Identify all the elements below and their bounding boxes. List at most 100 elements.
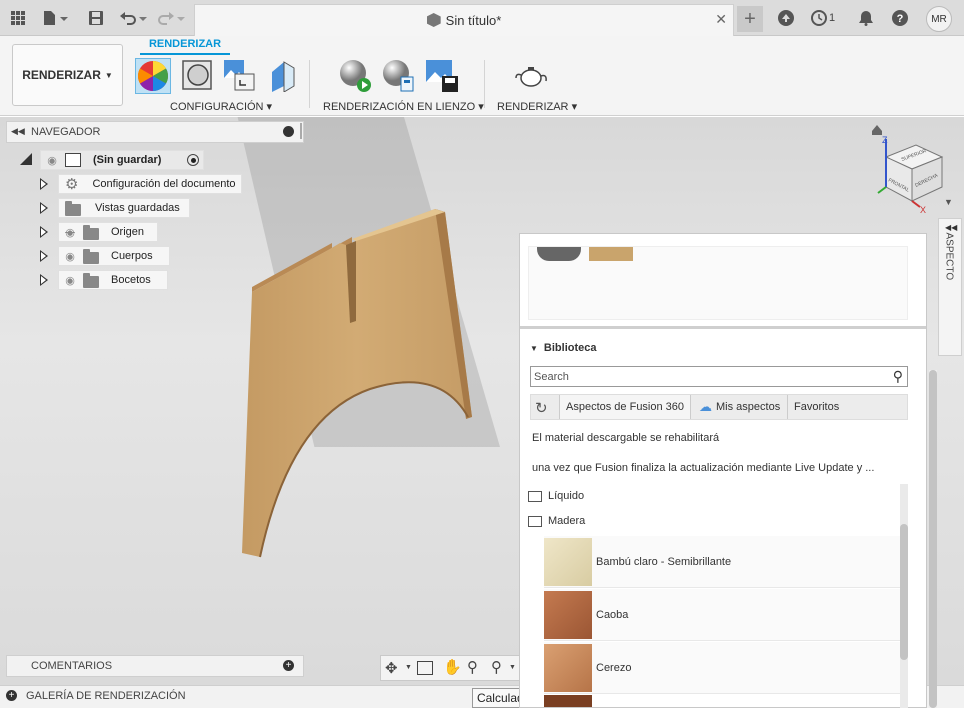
expand-arrow-icon[interactable] [40, 274, 48, 286]
folder-item-liquid[interactable]: Líquido [528, 490, 584, 502]
render-group-label[interactable]: RENDERIZAR ▾ [497, 100, 577, 113]
file-menu-icon[interactable] [40, 8, 72, 28]
hidden-eye-icon[interactable]: ◉ [63, 226, 77, 239]
material-item[interactable]: Cerezo [544, 642, 902, 694]
refresh-icon[interactable]: ↻ [535, 399, 548, 417]
chevron-down-icon: ▼ [104, 70, 113, 80]
viewcube-menu-icon[interactable]: ▼ [944, 197, 953, 207]
scene-settings-button[interactable] [135, 58, 171, 94]
aspect-side-tab[interactable]: ◀◀ ASPECTO [938, 218, 962, 356]
svg-text:?: ? [897, 13, 904, 25]
render-button[interactable] [514, 58, 550, 94]
tree-item-doc-settings[interactable]: ⚙ Configuración del documento [58, 174, 242, 194]
texture-image-icon [224, 60, 255, 91]
fit-icon[interactable]: ⚲ [491, 658, 502, 676]
tab-favorites[interactable]: Favoritos [787, 395, 845, 419]
tree-item-saved-views[interactable]: Vistas guardadas [58, 198, 190, 218]
tab-fusion-aspects[interactable]: Aspectos de Fusion 360 [559, 395, 692, 419]
axis-x-label: X [920, 205, 926, 215]
pan-hand-icon[interactable]: ✋ [443, 658, 462, 676]
tab-my-aspects[interactable]: ☁ Mis aspectos [693, 395, 786, 419]
orbit-icon[interactable]: ✥ [385, 659, 398, 677]
visibility-eye-icon[interactable]: ◉ [63, 274, 77, 287]
tree-item-sketches[interactable]: ◉ Bocetos [58, 270, 168, 290]
document-tab[interactable]: Sin título* ✕ [194, 4, 734, 36]
tree-item-label: Bocetos [111, 274, 151, 286]
look-at-icon[interactable] [417, 661, 433, 675]
visibility-eye-icon[interactable]: ◉ [45, 154, 59, 167]
tree-item-label: Vistas guardadas [95, 202, 180, 214]
search-input[interactable]: Search ⚲ [530, 366, 908, 387]
panel-divider[interactable] [520, 326, 926, 329]
capture-image-button[interactable] [424, 58, 460, 94]
navigator-header[interactable]: ◀◀ NAVEGADOR [6, 121, 304, 143]
new-tab-button[interactable]: + [737, 6, 763, 32]
activate-radio-icon[interactable] [187, 154, 199, 166]
close-tab-icon[interactable]: ✕ [715, 11, 727, 28]
root-node[interactable]: ◉ (Sin guardar) [40, 150, 204, 170]
document-title: Sin título* [195, 13, 733, 28]
capture-image-icon [426, 60, 458, 92]
material-item[interactable]: Caoba [544, 589, 902, 641]
add-comment-icon[interactable]: + [283, 660, 294, 671]
job-status-icon[interactable]: 1 [808, 8, 838, 28]
zoom-icon[interactable]: ⚲ [467, 658, 478, 676]
app-grid-icon[interactable] [8, 8, 28, 28]
workspace-switcher-button[interactable]: RENDERIZAR ▼ [12, 44, 123, 106]
decal-icon [272, 61, 295, 93]
canvas-render-settings-button[interactable] [380, 58, 416, 94]
folder-item-wood[interactable]: Madera [528, 515, 585, 527]
folder-outline-icon [528, 490, 542, 502]
chevron-down-icon[interactable]: ▼ [405, 664, 412, 671]
expand-arrow-icon[interactable] [40, 250, 48, 262]
axis-z-label: Z [882, 135, 888, 145]
collapse-triangle-icon: ▼ [530, 344, 538, 353]
tab-renderizar[interactable]: RENDERIZAR [140, 38, 230, 50]
resize-handle[interactable] [300, 123, 302, 139]
panel-scrollbar-thumb[interactable] [929, 370, 937, 708]
library-header[interactable]: ▼ Biblioteca [530, 342, 597, 354]
save-icon[interactable] [86, 8, 106, 28]
material-name: Bambú claro - Semibrillante [596, 555, 732, 568]
material-thumbnail[interactable] [589, 247, 633, 261]
canvas-render-group-label[interactable]: RENDERIZACIÓN EN LIENZO ▾ [323, 100, 484, 113]
list-scrollbar-thumb[interactable] [900, 524, 908, 660]
cloud-icon: ☁ [699, 399, 712, 414]
search-icon[interactable]: ⚲ [893, 368, 903, 385]
config-group-label[interactable]: CONFIGURACIÓN ▾ [170, 100, 272, 113]
navigator-title: NAVEGADOR [31, 126, 101, 138]
visibility-eye-icon[interactable]: ◉ [63, 250, 77, 263]
texture-map-button[interactable] [222, 58, 258, 94]
appearance-sphere-icon [182, 60, 212, 90]
expand-arrow-icon[interactable] [40, 226, 48, 238]
decal-button[interactable] [266, 58, 302, 94]
notice-line: El material descargable se rehabilitará [532, 432, 720, 444]
folder-icon [65, 200, 81, 216]
collapse-panel-icon[interactable]: ◀◀ [11, 126, 25, 137]
user-avatar[interactable]: MR [926, 6, 952, 32]
extensions-icon[interactable] [776, 8, 796, 28]
start-canvas-render-button[interactable] [337, 58, 373, 94]
expand-arrow-icon[interactable] [40, 202, 48, 214]
expand-arrow-icon[interactable] [40, 178, 48, 190]
material-swatch[interactable] [544, 695, 592, 707]
help-icon[interactable]: ? [890, 8, 910, 28]
material-item[interactable]: Bambú claro - Semibrillante [544, 536, 902, 588]
material-name: Cerezo [596, 661, 632, 674]
collapse-panel-icon[interactable]: ◀◀ [945, 223, 957, 232]
expand-gallery-icon[interactable]: + [6, 690, 17, 701]
view-cube[interactable]: Z X SUPERIOR FRONTAL DERECHA [864, 117, 954, 217]
comments-panel-header[interactable]: COMENTARIOS + [6, 655, 304, 677]
expanded-arrow-icon[interactable] [20, 153, 32, 165]
undo-icon[interactable] [118, 8, 150, 28]
tree-item-bodies[interactable]: ◉ Cuerpos [58, 246, 170, 266]
job-count: 1 [828, 12, 836, 24]
home-icon[interactable] [872, 125, 882, 135]
notifications-bell-icon[interactable] [856, 8, 876, 28]
minimize-icon[interactable] [283, 126, 294, 137]
chevron-down-icon[interactable]: ▼ [509, 664, 516, 671]
redo-icon[interactable] [156, 8, 188, 28]
tree-item-origin[interactable]: ◉ Origen [58, 222, 158, 242]
material-thumbnail[interactable] [537, 247, 581, 261]
appearance-button[interactable] [180, 58, 216, 94]
